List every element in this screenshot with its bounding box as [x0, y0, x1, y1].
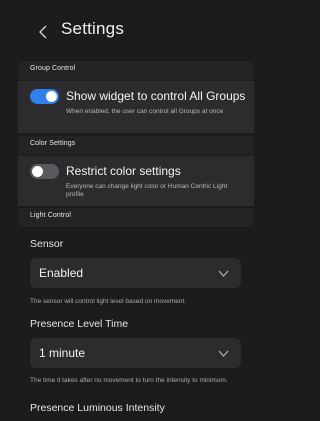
show-group-widget-toggle[interactable]	[30, 89, 59, 104]
sensor-label: Sensor	[30, 238, 64, 250]
section-label: Light Control	[30, 212, 71, 219]
restrict-color-setting-row: Restrict color settings Everyone can cha…	[18, 156, 254, 206]
section-header-group-control: Group Control	[18, 61, 254, 80]
page-title: Settings	[61, 19, 125, 38]
restrict-color-toggle[interactable]	[30, 164, 59, 179]
toggle-description: Everyone can change light color or Human…	[66, 183, 228, 198]
section-header-light-control: Light Control	[18, 208, 254, 227]
chevron-down-icon	[218, 350, 229, 357]
presence-level-time-label: Presence Level Time	[30, 318, 129, 330]
presence-level-time-helper-text: The time it takes after no movement to t…	[30, 377, 228, 384]
presence-luminous-intensity-label: Presence Luminous Intensity	[30, 402, 165, 414]
section-header-color-settings: Color Settings	[18, 136, 254, 155]
sensor-helper-text: The sensor will control light level base…	[30, 298, 187, 305]
toggle-title: Restrict color settings	[66, 164, 181, 178]
toggle-knob	[46, 91, 57, 102]
dropdown-value: 1 minute	[39, 346, 86, 360]
toggle-knob	[32, 166, 43, 177]
chevron-left-icon[interactable]	[38, 25, 48, 39]
section-label: Color Settings	[30, 140, 76, 147]
app-header: Settings	[0, 0, 254, 60]
chevron-down-icon	[218, 270, 229, 277]
sensor-dropdown[interactable]: Enabled	[30, 258, 241, 288]
group-widget-setting-row: Show widget to control All Groups When e…	[18, 81, 254, 133]
presence-level-time-dropdown[interactable]: 1 minute	[30, 338, 241, 368]
section-label: Group Control	[30, 65, 76, 72]
toggle-title: Show widget to control All Groups	[66, 89, 246, 103]
toggle-description: When enabled, the user can control all G…	[66, 108, 224, 115]
dropdown-value: Enabled	[39, 266, 84, 280]
